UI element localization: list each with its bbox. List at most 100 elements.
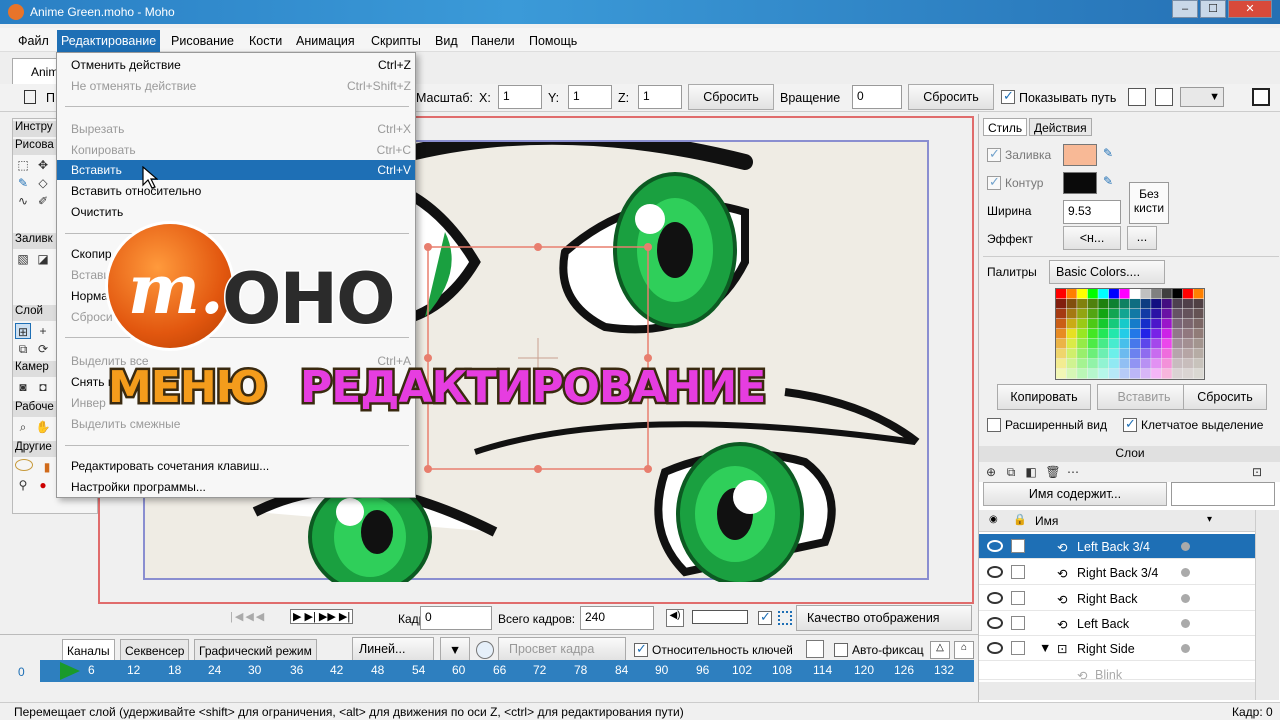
palette-swatch[interactable] bbox=[1087, 369, 1098, 379]
palette-swatch[interactable] bbox=[1098, 369, 1109, 379]
palette-swatch[interactable] bbox=[1140, 339, 1151, 349]
palette-swatch[interactable] bbox=[1108, 339, 1119, 349]
menu-panels[interactable]: Панели bbox=[467, 32, 519, 52]
palette-swatch[interactable] bbox=[1066, 349, 1077, 359]
layer-checkbox[interactable] bbox=[1011, 616, 1025, 630]
palette-swatch[interactable] bbox=[1108, 289, 1119, 299]
palette-swatch[interactable] bbox=[1130, 349, 1141, 359]
palette-swatch[interactable] bbox=[1140, 329, 1151, 339]
palette-swatch[interactable] bbox=[1182, 359, 1193, 369]
palette-swatch[interactable] bbox=[1119, 339, 1130, 349]
rotate-layer-icon[interactable]: ⟳ bbox=[35, 341, 51, 357]
duplicate-layer-icon[interactable]: ⧉ bbox=[1003, 464, 1019, 480]
palette-dropdown[interactable]: Basic Colors.... bbox=[1049, 260, 1165, 284]
palette-swatch[interactable] bbox=[1077, 369, 1088, 379]
visibility-icon[interactable] bbox=[987, 642, 1003, 654]
palette-swatch[interactable] bbox=[1130, 319, 1141, 329]
menu-draw[interactable]: Рисование bbox=[167, 32, 238, 52]
translate-layer-icon[interactable]: ⊞ bbox=[15, 323, 31, 339]
palette-swatch[interactable] bbox=[1087, 299, 1098, 309]
fill-checkbox[interactable] bbox=[987, 146, 1001, 162]
palette-swatch[interactable] bbox=[1182, 309, 1193, 319]
scale-y-input[interactable]: 1 bbox=[568, 85, 612, 109]
effect-dropdown[interactable]: <н... bbox=[1063, 226, 1121, 250]
expand-triangle-icon[interactable]: ▼ bbox=[1039, 641, 1051, 655]
palette-swatch[interactable] bbox=[1066, 369, 1077, 379]
menu-undo[interactable]: Отменить действие Ctrl+Z bbox=[57, 55, 415, 75]
palette-swatch[interactable] bbox=[1151, 309, 1162, 319]
sort-icon[interactable]: ▾ bbox=[1207, 514, 1212, 525]
menu-paste-relative[interactable]: Вставить относительно bbox=[57, 181, 415, 201]
palette-swatch[interactable] bbox=[1056, 349, 1067, 359]
layer-checkbox[interactable] bbox=[1011, 641, 1025, 655]
palette-swatch[interactable] bbox=[1087, 329, 1098, 339]
reset-scale-button[interactable]: Сбросить bbox=[688, 84, 774, 110]
palette-swatch[interactable] bbox=[1066, 299, 1077, 309]
layer-checkbox[interactable] bbox=[1011, 591, 1025, 605]
marker-icon[interactable]: ▮ bbox=[39, 459, 55, 475]
palette-swatch[interactable] bbox=[1056, 329, 1067, 339]
palette-swatch[interactable] bbox=[1182, 369, 1193, 379]
palette-swatch[interactable] bbox=[1151, 299, 1162, 309]
palette-swatch[interactable] bbox=[1130, 369, 1141, 379]
frame-input[interactable]: 0 bbox=[420, 606, 492, 630]
palette-swatch[interactable] bbox=[1108, 319, 1119, 329]
palette-swatch[interactable] bbox=[1056, 369, 1067, 379]
palette-swatch[interactable] bbox=[1140, 369, 1151, 379]
palette-swatch[interactable] bbox=[1172, 349, 1183, 359]
menu-clear[interactable]: Очистить bbox=[57, 202, 415, 222]
palette-swatch[interactable] bbox=[1056, 289, 1067, 299]
total-frames-input[interactable]: 240 bbox=[580, 606, 654, 630]
palette-swatch[interactable] bbox=[1172, 359, 1183, 369]
palette-swatch[interactable] bbox=[1098, 339, 1109, 349]
palette-swatch[interactable] bbox=[1056, 299, 1067, 309]
tab-actions[interactable]: Действия bbox=[1029, 118, 1092, 136]
palette-swatch[interactable] bbox=[1119, 329, 1130, 339]
playhead-icon[interactable] bbox=[58, 662, 82, 680]
palette-swatch[interactable] bbox=[1108, 299, 1119, 309]
shape-icon[interactable]: ◇ bbox=[35, 175, 51, 191]
palette-swatch[interactable] bbox=[1193, 289, 1204, 299]
palette-swatch[interactable] bbox=[1066, 309, 1077, 319]
layer-row[interactable]: ⟲ Blink bbox=[979, 662, 1255, 680]
palette-swatch[interactable] bbox=[1108, 369, 1119, 379]
keys-icon[interactable] bbox=[806, 640, 824, 658]
more-icon[interactable]: ⋯ bbox=[1065, 464, 1081, 480]
palette-swatch[interactable] bbox=[1172, 289, 1183, 299]
palette-swatch[interactable] bbox=[1140, 349, 1151, 359]
palette-swatch[interactable] bbox=[1130, 339, 1141, 349]
palette-swatch[interactable] bbox=[1098, 309, 1109, 319]
palette-swatch[interactable] bbox=[1119, 319, 1130, 329]
palette-swatch[interactable] bbox=[1140, 299, 1151, 309]
palette-swatch[interactable] bbox=[1161, 309, 1172, 319]
menu-view[interactable]: Вид bbox=[431, 32, 462, 52]
palette-swatch[interactable] bbox=[1066, 329, 1077, 339]
color-palette-grid[interactable] bbox=[1055, 288, 1205, 380]
key-type-dropdown[interactable]: ▼ bbox=[440, 637, 470, 661]
new-layer-icon[interactable]: ⊕ bbox=[983, 464, 999, 480]
visibility-icon[interactable] bbox=[987, 617, 1003, 629]
palette-swatch[interactable] bbox=[1172, 329, 1183, 339]
select-points-icon[interactable]: ⬚ bbox=[15, 157, 31, 173]
record-icon[interactable]: ● bbox=[35, 477, 51, 493]
stroke-color-swatch[interactable] bbox=[1063, 172, 1097, 194]
menu-preferences[interactable]: Настройки программы... bbox=[57, 477, 415, 497]
palette-swatch[interactable] bbox=[1172, 309, 1183, 319]
palette-swatch[interactable] bbox=[1161, 369, 1172, 379]
layer-checkbox[interactable] bbox=[1011, 539, 1025, 553]
cell-select-checkbox[interactable] bbox=[1123, 416, 1137, 432]
fill-color-swatch[interactable] bbox=[1063, 144, 1097, 166]
palette-swatch[interactable] bbox=[1151, 289, 1162, 299]
layers-vscrollbar[interactable] bbox=[1255, 510, 1279, 700]
view-mode-icon[interactable] bbox=[692, 610, 748, 624]
palette-swatch[interactable] bbox=[1098, 329, 1109, 339]
width-input[interactable]: 9.53 bbox=[1063, 200, 1121, 224]
zoom-icon[interactable]: ⌕ bbox=[15, 419, 31, 435]
reset-rotation-button[interactable]: Сбросить bbox=[908, 84, 994, 110]
layer-filter-icon[interactable]: ⊡ bbox=[1249, 464, 1265, 480]
palette-swatch[interactable] bbox=[1182, 289, 1193, 299]
palette-swatch[interactable] bbox=[1077, 339, 1088, 349]
visibility-icon[interactable] bbox=[987, 592, 1003, 604]
menu-file[interactable]: Файл bbox=[14, 32, 53, 52]
palette-swatch[interactable] bbox=[1193, 339, 1204, 349]
